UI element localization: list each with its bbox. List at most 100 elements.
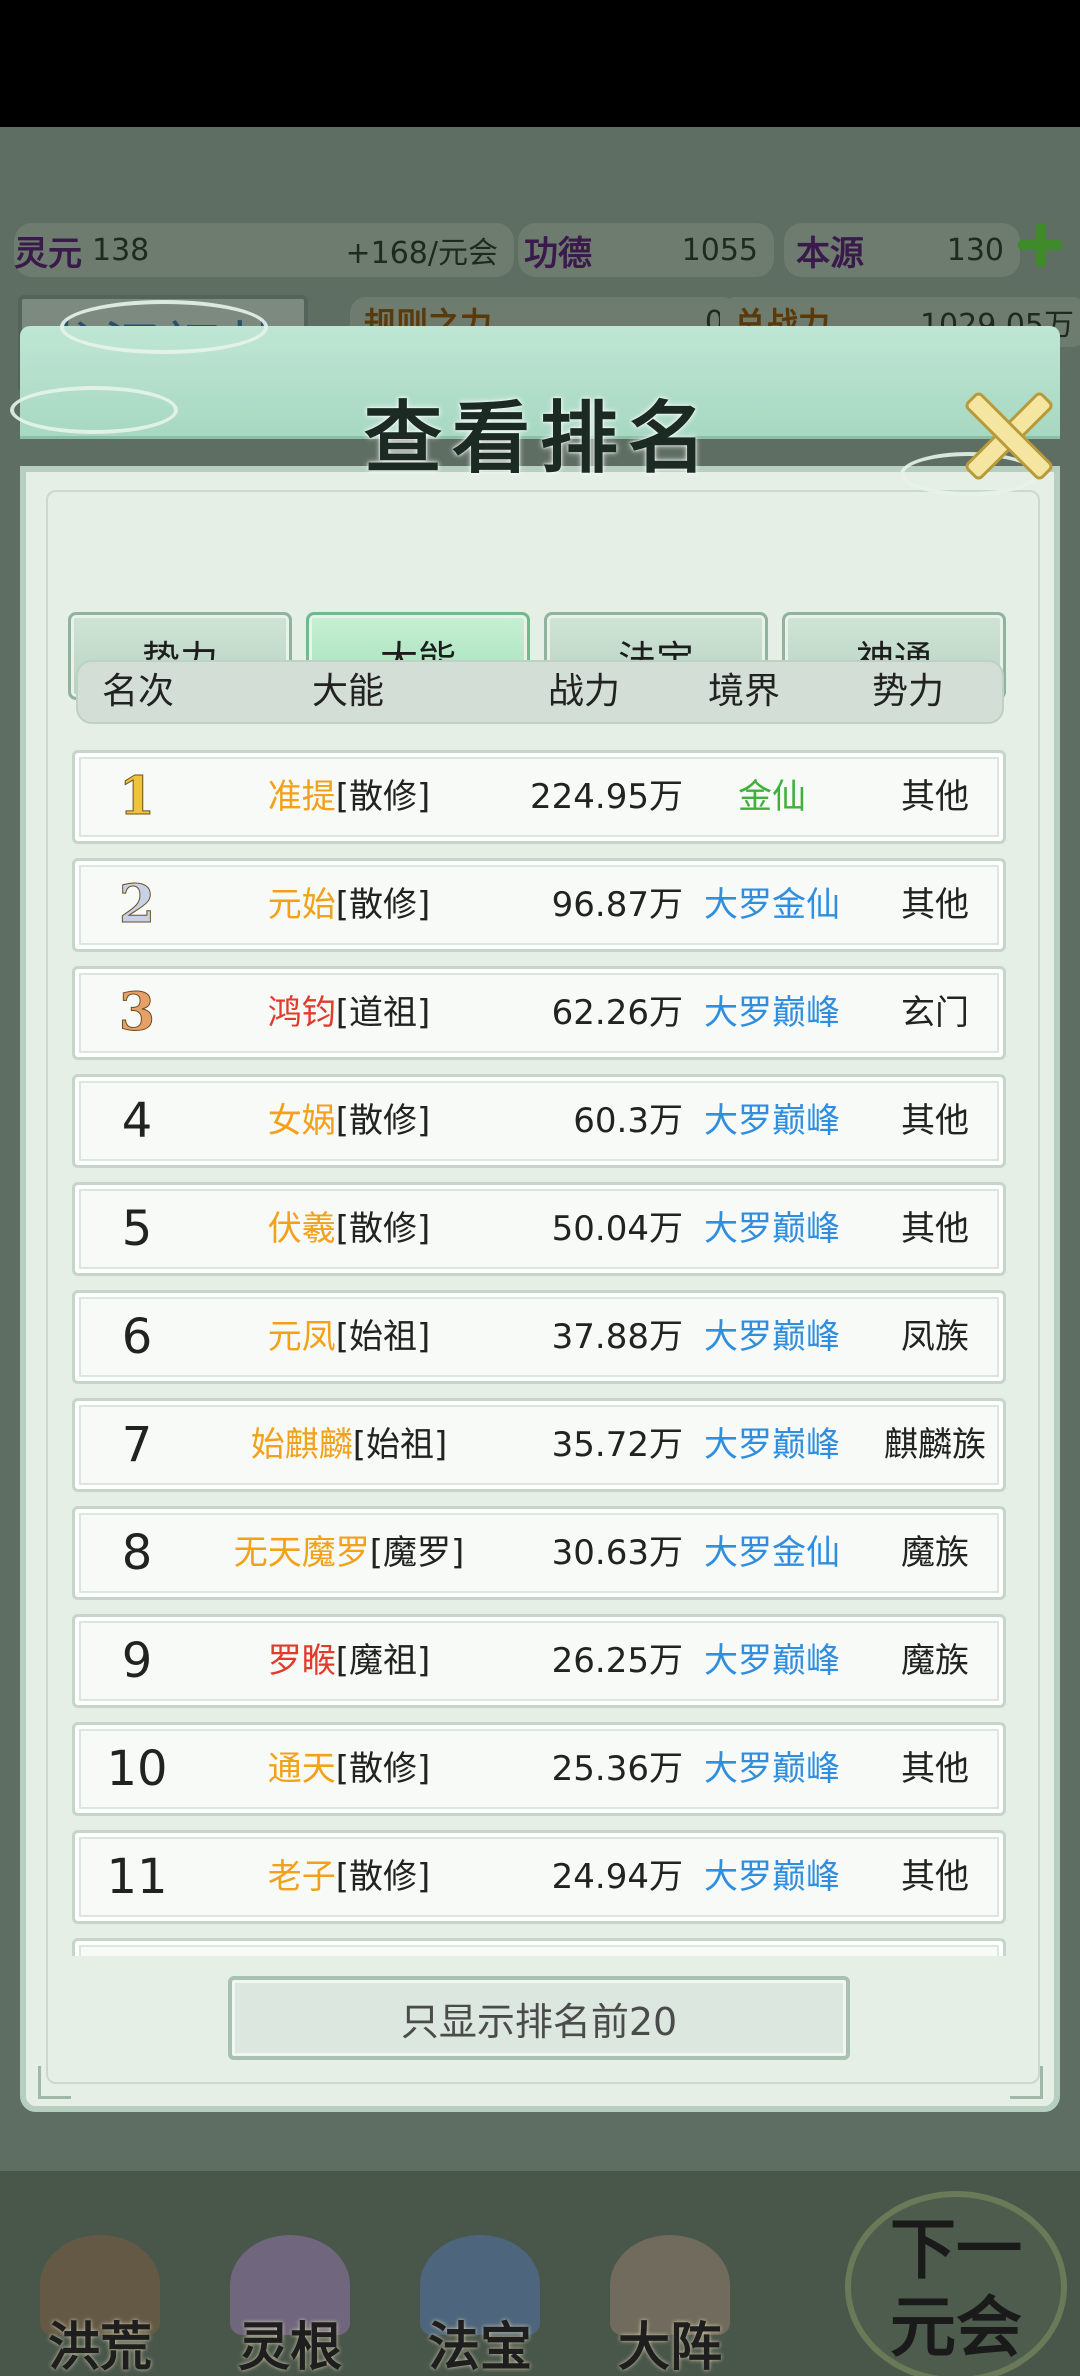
cloud-ornament (60, 300, 268, 354)
realm-value: 大罗金仙 (704, 885, 840, 925)
rank-number: 1 (118, 766, 156, 828)
daneng-title-tag: [魔祖] (335, 1641, 431, 1681)
daneng-title-tag: [散修] (335, 1749, 431, 1789)
ranking-row[interactable]: 10 通天[散修] 25.36万 大罗巅峰 其他 (72, 1722, 1006, 1816)
realm-value: 大罗金仙 (704, 1533, 840, 1573)
faction-value: 其他 (901, 885, 969, 925)
col-faction: 势力 (871, 671, 944, 712)
power-value: 50.04万 (551, 1209, 683, 1249)
ranking-dialog: 查看排名 势力 大能 法宝 神通 名次 大能 战力 境界 势力 1准提[散修]2… (10, 266, 1060, 2112)
ranking-row[interactable]: 5 伏羲[散修] 50.04万 大罗巅峰 其他 (72, 1182, 1006, 1276)
col-realm: 境界 (707, 671, 780, 712)
nav-linggen[interactable]: 灵根 (210, 2235, 370, 2376)
daneng-name: 老子[散修] (199, 1833, 499, 1921)
nav-linggen-label: 灵根 (237, 2317, 342, 2376)
power-value: 35.72万 (551, 1425, 683, 1465)
col-name: 大能 (311, 671, 384, 712)
power-value: 30.63万 (551, 1533, 683, 1573)
power-value: 60.3万 (573, 1101, 683, 1141)
daneng-name-text: 鸿钧 (267, 993, 336, 1033)
ranking-row[interactable]: 11 老子[散修] 24.94万 大罗巅峰 其他 (72, 1830, 1006, 1924)
power-value: 25.36万 (551, 1749, 683, 1789)
faction-value: 凤族 (901, 1317, 969, 1357)
ranking-row[interactable]: 6 元凤[始祖] 37.88万 大罗巅峰 凤族 (72, 1290, 1006, 1384)
faction-value: 玄门 (901, 993, 969, 1033)
dialog-header: 查看排名 (10, 266, 1060, 496)
rank-number: 7 (121, 1417, 153, 1473)
daneng-title-tag: [散修] (335, 777, 431, 817)
nav-dazhen[interactable]: 大阵 (590, 2235, 750, 2376)
corner-ornament (38, 2066, 71, 2099)
next-yuanhui-button[interactable]: 下一 元会 (845, 2191, 1067, 2376)
daneng-name: 准提[散修] (199, 753, 499, 841)
faction-value: 其他 (901, 1749, 969, 1789)
realm-value: 大罗巅峰 (704, 1641, 840, 1681)
realm-value: 大罗巅峰 (704, 1857, 840, 1897)
realm-value: 大罗巅峰 (704, 1317, 840, 1357)
daneng-name-text: 元凤 (267, 1317, 336, 1357)
realm-value: 金仙 (738, 777, 806, 817)
faction-value: 其他 (901, 777, 969, 817)
daneng-name: 无天魔罗[魔罗] (199, 1509, 499, 1597)
daneng-name-text: 元始 (267, 885, 336, 925)
ranking-list[interactable]: 1 准提[散修] 224.95万 金仙 其他 2 元始[散修] 96.87万 大罗金仙 其他 3 鸿钧… (72, 750, 1006, 1956)
daneng-name-text: 罗睺 (267, 1641, 336, 1681)
rank-number: 8 (121, 1525, 153, 1581)
rank-number: 6 (121, 1309, 153, 1365)
realm-value: 大罗巅峰 (704, 1425, 840, 1465)
faction-value: 麒麟族 (884, 1425, 986, 1465)
nav-fabao[interactable]: 法宝 (400, 2235, 560, 2376)
daneng-name: 元凤[始祖] (199, 1293, 499, 1381)
power-value: 24.94万 (551, 1857, 683, 1897)
close-icon[interactable] (960, 388, 1050, 478)
power-value: 224.95万 (530, 777, 683, 817)
power-value: 96.87万 (551, 885, 683, 925)
daneng-title-tag: [始祖] (352, 1425, 448, 1465)
ranking-table-header: 名次 大能 战力 境界 势力 (76, 660, 1004, 724)
show-top20-label: 只显示排名前20 (400, 1999, 678, 2044)
faction-value: 魔族 (901, 1533, 969, 1573)
col-power: 战力 (547, 671, 620, 712)
dialog-title: 查看排名 (363, 393, 716, 484)
rank-number: 11 (106, 1849, 168, 1905)
power-value: 37.88万 (551, 1317, 683, 1357)
rank-number: 4 (121, 1093, 153, 1149)
daneng-name: 女娲[散修] (199, 1077, 499, 1165)
daneng-name-text: 无天魔罗 (233, 1533, 370, 1573)
ranking-row[interactable]: 7 始麒麟[始祖] 35.72万 大罗巅峰 麒麟族 (72, 1398, 1006, 1492)
power-value: 62.26万 (551, 993, 683, 1033)
daneng-name: 罗睺[魔祖] (199, 1617, 499, 1705)
gongde-value: 1055 (681, 232, 758, 268)
daneng-title-tag: [魔罗] (369, 1533, 465, 1573)
daneng-name-text: 伏羲 (267, 1209, 336, 1249)
nav-honghuang[interactable]: 洪荒 (20, 2235, 180, 2376)
daneng-name: 元始[散修] (199, 861, 499, 949)
ranking-row[interactable]: 2 元始[散修] 96.87万 大罗金仙 其他 (72, 858, 1006, 952)
bottom-nav: 洪荒 灵根 法宝 大阵 下一 元会 (0, 2171, 1080, 2376)
daneng-name-text: 老子 (267, 1857, 336, 1897)
nav-honghuang-label: 洪荒 (47, 2317, 152, 2376)
ranking-row[interactable]: 9 罗睺[魔祖] 26.25万 大罗巅峰 魔族 (72, 1614, 1006, 1708)
add-benyuan-icon[interactable] (1018, 223, 1062, 267)
ranking-row[interactable]: 4 女娲[散修] 60.3万 大罗巅峰 其他 (72, 1074, 1006, 1168)
show-top20-button[interactable]: 只显示排名前20 (228, 1976, 850, 2060)
daneng-name-text: 始麒麟 (250, 1425, 353, 1465)
lingyuan-value: 138 (92, 232, 150, 268)
ranking-row[interactable]: 3 鸿钧[道祖] 62.26万 大罗巅峰 玄门 (72, 966, 1006, 1060)
rank-number: 2 (118, 874, 156, 936)
nav-fabao-label: 法宝 (427, 2317, 532, 2376)
ranking-row-partial[interactable] (72, 1938, 1006, 1956)
ranking-row[interactable]: 8 无天魔罗[魔罗] 30.63万 大罗金仙 魔族 (72, 1506, 1006, 1600)
rank-number: 9 (121, 1633, 153, 1689)
daneng-name: 始麒麟[始祖] (199, 1401, 499, 1489)
nav-dazhen-label: 大阵 (617, 2317, 722, 2376)
faction-value: 魔族 (901, 1641, 969, 1681)
ranking-row[interactable]: 1 准提[散修] 224.95万 金仙 其他 (72, 750, 1006, 844)
daneng-title-tag: [散修] (335, 1857, 431, 1897)
daneng-title-tag: [散修] (335, 1209, 431, 1249)
faction-value: 其他 (901, 1101, 969, 1141)
daneng-name: 鸿钧[道祖] (199, 969, 499, 1057)
daneng-title-tag: [始祖] (335, 1317, 431, 1357)
realm-value: 大罗巅峰 (704, 1101, 840, 1141)
benyuan-value: 130 (946, 232, 1004, 268)
